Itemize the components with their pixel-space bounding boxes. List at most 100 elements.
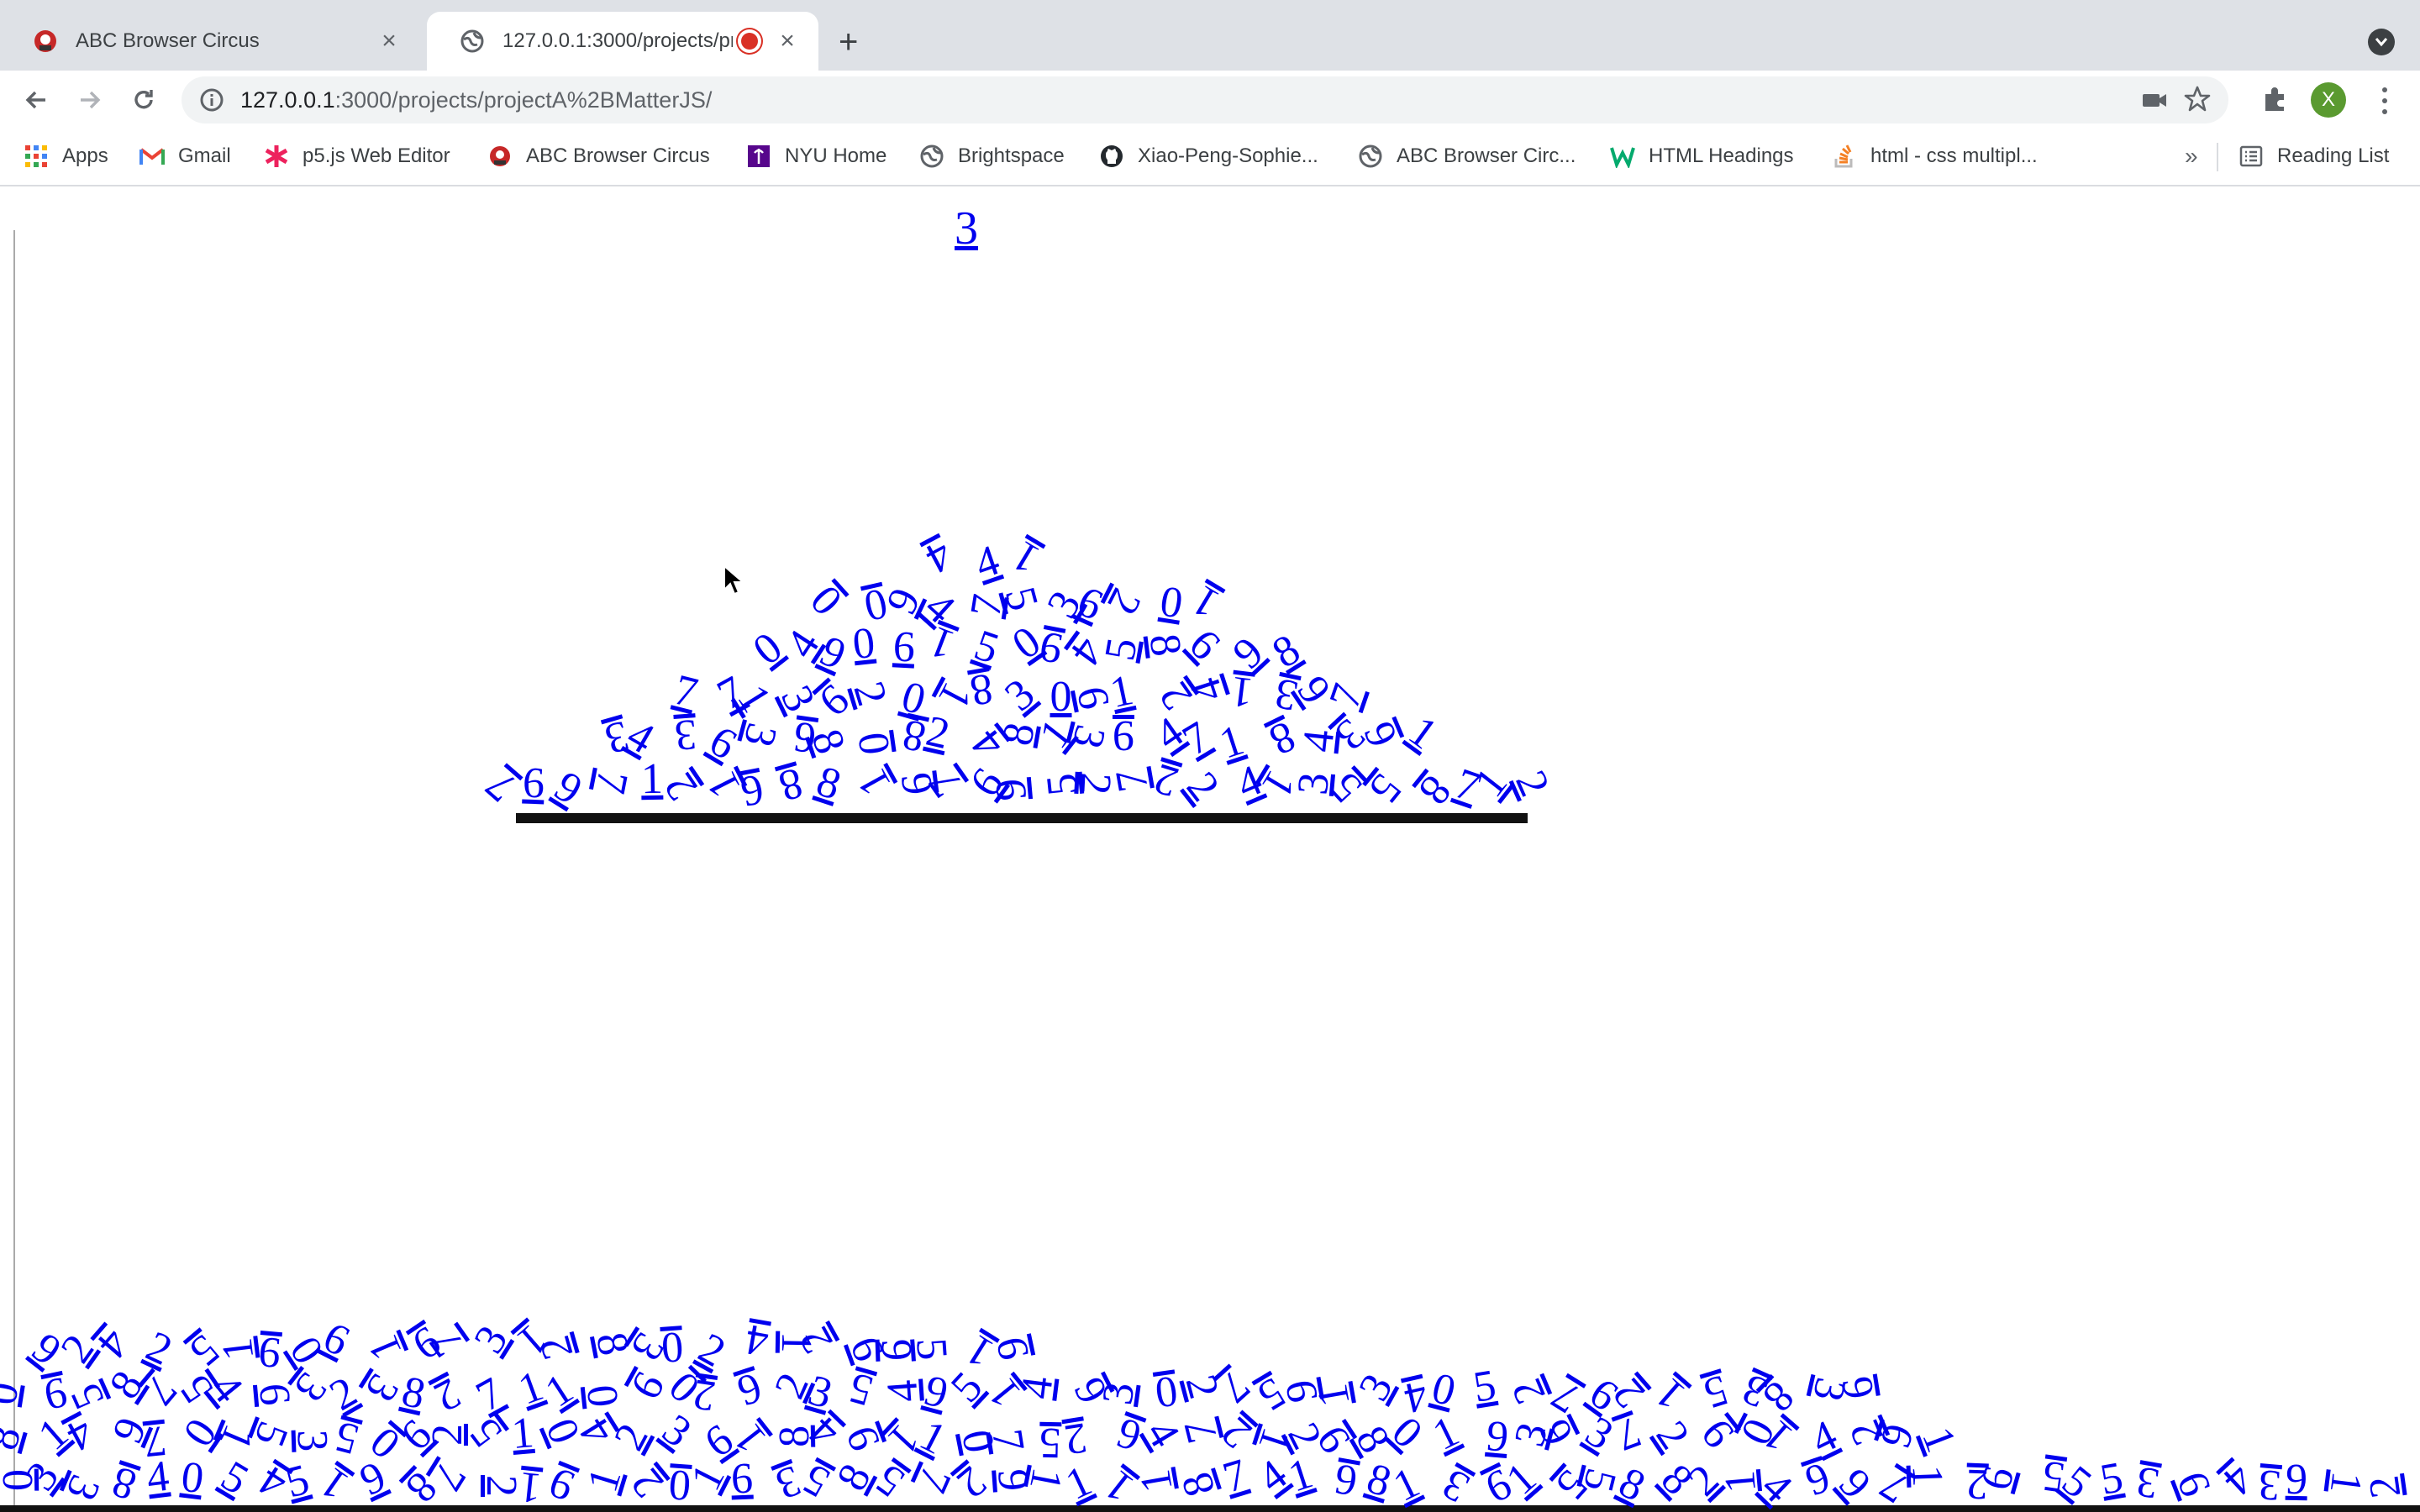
falling-digit: 1 xyxy=(509,1408,536,1458)
sketch-canvas[interactable]: 3 76971216881676952722413558712343636808… xyxy=(0,186,2420,1512)
back-button[interactable] xyxy=(18,82,54,118)
falling-digit: 1 xyxy=(1902,1464,1952,1488)
falling-digit: 0 xyxy=(801,575,852,625)
extensions-puzzle-icon[interactable] xyxy=(2259,82,2292,120)
falling-digit: 0 xyxy=(848,729,900,759)
chevron-down-icon xyxy=(2375,38,2388,47)
falling-digit: 7 xyxy=(468,1368,511,1421)
close-tab-icon[interactable]: × xyxy=(775,27,800,55)
falling-digit: 1 xyxy=(512,1361,550,1415)
falling-digit: 6 xyxy=(736,764,768,816)
bookmark-html-headings[interactable]: HTML Headings xyxy=(1610,141,1794,171)
falling-digit: 8 xyxy=(773,758,808,811)
falling-digit: 3 xyxy=(55,1467,109,1507)
github-icon xyxy=(1099,144,1124,169)
falling-digit: 6 xyxy=(2167,1465,2221,1504)
reading-list-label: Reading List xyxy=(2277,144,2390,167)
falling-digit: 9 xyxy=(256,1326,283,1377)
falling-digit: 5 xyxy=(1470,1361,1500,1412)
falling-digit: 2 xyxy=(1646,1412,1699,1458)
falling-digit: 1 xyxy=(1645,1368,1694,1420)
bookmark-brightspace[interactable]: Brightspace xyxy=(919,141,1065,171)
falling-digit: 7 xyxy=(908,1460,960,1500)
falling-digit: 5 xyxy=(995,581,1048,616)
reload-button[interactable] xyxy=(126,82,161,118)
falling-digit: 3 xyxy=(996,669,1044,721)
falling-digit: 3 xyxy=(2256,1459,2283,1509)
bookmark-label: ABC Browser Circus xyxy=(526,144,710,167)
falling-digit: 7 xyxy=(919,759,972,806)
falling-digit: 2 xyxy=(790,1319,844,1362)
address-bar[interactable]: 127.0.0.1:3000/projects/projectA%2BMatte… xyxy=(182,76,2228,123)
bookmark-nyu-home[interactable]: NYU Home xyxy=(746,141,886,171)
tab-search-button[interactable] xyxy=(2368,29,2395,55)
bookmark-apps[interactable]: Apps xyxy=(24,141,108,171)
p5js-icon xyxy=(264,144,289,169)
url-text: 127.0.0.1:3000/projects/projectA%2BMatte… xyxy=(240,87,712,113)
bookmark-gmail[interactable]: Gmail xyxy=(139,141,231,171)
globe-icon xyxy=(459,28,486,55)
bookmark-star-icon[interactable] xyxy=(2183,85,2212,118)
bookmark-label: Brightspace xyxy=(958,144,1065,167)
falling-digit: 5 xyxy=(844,1362,878,1415)
tab-title: ABC Browser Circus xyxy=(76,29,260,52)
mouse-cursor-icon xyxy=(723,564,745,601)
site-info-icon[interactable] xyxy=(198,87,225,113)
globe-icon xyxy=(1358,144,1383,169)
falling-digit: 1 xyxy=(724,1415,776,1462)
falling-digit: 9 xyxy=(1692,1410,1744,1457)
close-tab-icon[interactable]: × xyxy=(376,27,402,55)
falling-digit: 7 xyxy=(1218,1450,1253,1504)
falling-digit: 4 xyxy=(878,1378,928,1404)
falling-digit: 9 xyxy=(1035,622,1067,674)
chrome-menu-icon[interactable] xyxy=(2370,84,2400,118)
bookmark-github[interactable]: Xiao-Peng-Sophie... xyxy=(1099,141,1318,171)
falling-digit: 6 xyxy=(522,759,546,808)
falling-digit: 8 xyxy=(397,1367,430,1420)
falling-digit: 3 xyxy=(355,1365,408,1410)
falling-digit: 0 xyxy=(659,1322,685,1373)
falling-digit: 5 xyxy=(2096,1452,2127,1504)
bookmark-label: html - css multipl... xyxy=(1870,144,2038,167)
falling-digit: 2 xyxy=(690,1369,719,1420)
falling-digit: 8 xyxy=(811,757,847,810)
profile-avatar[interactable]: X xyxy=(2311,82,2346,118)
falling-digit: 8 xyxy=(1754,1372,1804,1421)
camera-in-use-icon[interactable] xyxy=(2141,87,2168,118)
bookmark-stackoverflow[interactable]: html - css multipl... xyxy=(1832,141,2038,171)
falling-digit: 5 xyxy=(1039,1418,1062,1467)
circus-icon xyxy=(487,144,513,169)
tab-abc-browser-circus[interactable]: ABC Browser Circus × xyxy=(0,12,420,71)
falling-digit: 2 xyxy=(1097,581,1150,623)
falling-digit: 9 xyxy=(542,1457,581,1510)
falling-digit: 4 xyxy=(1012,1373,1062,1402)
bookmark-p5js[interactable]: p5.js Web Editor xyxy=(264,141,450,171)
falling-digit: 1 xyxy=(1228,667,1255,717)
tab-title: 127.0.0.1:3000/projects/pr xyxy=(502,29,733,52)
bookmark-label: Apps xyxy=(62,144,108,167)
falling-digit: 1 xyxy=(1386,1458,1428,1511)
tab-current-project[interactable]: 127.0.0.1:3000/projects/pr × xyxy=(427,12,818,71)
falling-digit: 5 xyxy=(460,1410,513,1457)
forward-button[interactable] xyxy=(72,82,108,118)
falling-digit: 3 xyxy=(1434,1458,1478,1512)
new-tab-button[interactable]: + xyxy=(839,25,858,59)
falling-digit: 4 xyxy=(741,1315,772,1367)
falling-digit: 5 xyxy=(212,1452,256,1504)
falling-digit: 4 xyxy=(918,530,960,583)
circus-favicon-icon xyxy=(32,28,59,55)
falling-digit: 0 xyxy=(577,1383,628,1410)
bookmark-abc-browser-circ[interactable]: ABC Browser Circ... xyxy=(1358,141,1576,171)
falling-digit: 8 xyxy=(1264,625,1308,678)
reading-list-button[interactable]: Reading List xyxy=(2238,141,2389,171)
bookmarks-overflow-button[interactable]: » xyxy=(2185,143,2198,170)
falling-digit: 7 xyxy=(1320,678,1373,715)
falling-digit: 0 xyxy=(1151,1366,1181,1417)
bookmark-abc-browser-circus[interactable]: ABC Browser Circus xyxy=(487,141,710,171)
falling-digit: 6 xyxy=(1179,620,1229,670)
falling-digit: 6 xyxy=(892,622,916,672)
falling-digit: 1 xyxy=(1003,531,1048,584)
falling-digit: 6 xyxy=(249,1381,299,1408)
falling-digit: 8 xyxy=(106,1456,142,1509)
browser-toolbar: 127.0.0.1:3000/projects/projectA%2BMatte… xyxy=(0,71,2420,129)
